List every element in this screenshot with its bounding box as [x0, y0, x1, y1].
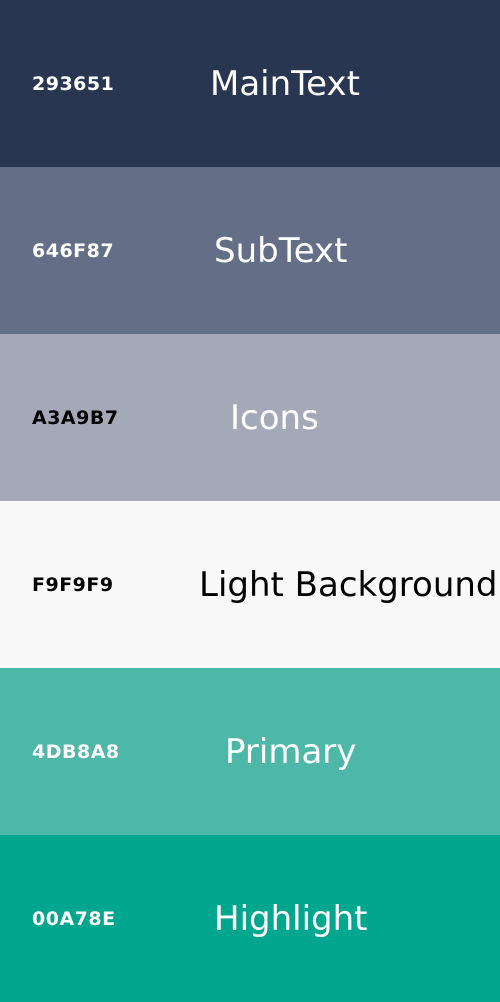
hex-code: A3A9B7 [32, 406, 119, 429]
hex-code: F9F9F9 [32, 573, 114, 596]
color-name: Icons [230, 397, 319, 438]
swatch-highlight: 00A78E Highlight [0, 835, 500, 1002]
swatch-light-background: F9F9F9 Light Background [0, 501, 500, 668]
swatch-subtext: 646F87 SubText [0, 167, 500, 334]
swatch-primary: 4DB8A8 Primary [0, 668, 500, 835]
color-name: MainText [210, 63, 360, 104]
color-palette: 293651 MainText 646F87 SubText A3A9B7 Ic… [0, 0, 500, 1002]
color-name: SubText [214, 230, 348, 271]
hex-code: 4DB8A8 [32, 740, 120, 763]
hex-code: 293651 [32, 72, 115, 95]
hex-code: 00A78E [32, 907, 116, 930]
color-name: Highlight [214, 898, 368, 939]
color-name: Primary [225, 731, 357, 772]
swatch-maintext: 293651 MainText [0, 0, 500, 167]
color-name: Light Background [199, 564, 498, 605]
hex-code: 646F87 [32, 239, 115, 262]
swatch-icons: A3A9B7 Icons [0, 334, 500, 501]
